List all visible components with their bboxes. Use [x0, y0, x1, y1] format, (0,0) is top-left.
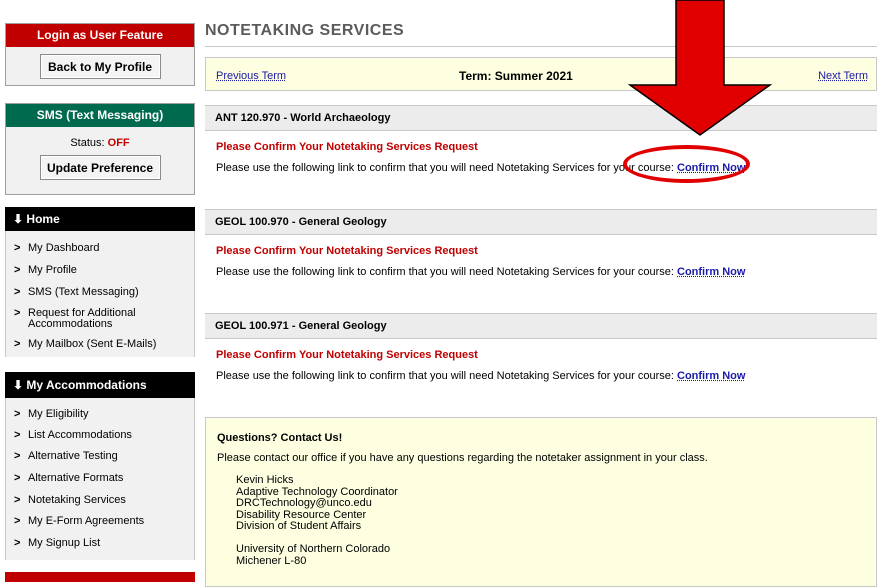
annotation-arrow-overlay — [627, 0, 773, 136]
red-arrow-icon — [627, 0, 773, 136]
